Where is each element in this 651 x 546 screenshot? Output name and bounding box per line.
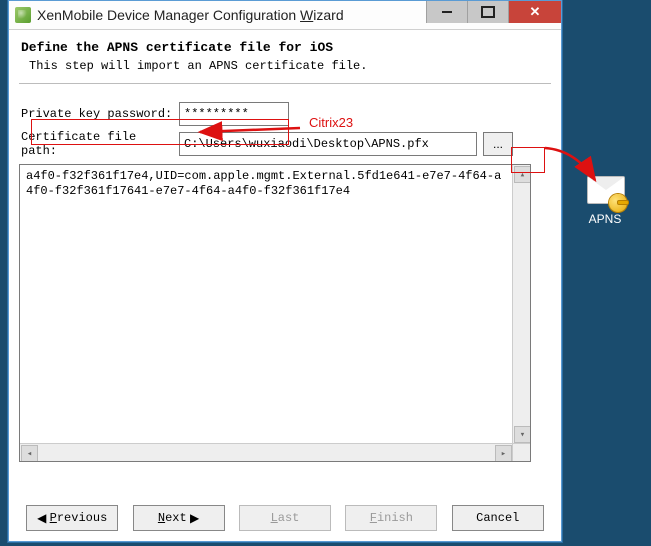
pfx-file-icon (585, 170, 625, 210)
title-mnemonic: W (300, 7, 313, 23)
password-label: Private key password: (19, 107, 179, 121)
path-row: Certificate file path: ... (19, 130, 551, 158)
maximize-button[interactable] (467, 1, 508, 23)
certificate-path-input[interactable] (179, 132, 477, 156)
wizard-buttons: ◀ PPreviousrevious Next ▶Next LastLast F… (9, 505, 561, 531)
finish-button: FinishFinish (345, 505, 437, 531)
scrollbar-horizontal[interactable]: ◂ ▸ (20, 443, 513, 461)
scroll-right-icon[interactable]: ▸ (495, 445, 512, 462)
minimize-button[interactable] (426, 1, 467, 23)
title-suffix: izard (313, 7, 343, 23)
certificate-text-content: a4f0-f32f361f17e4,UID=com.apple.mgmt.Ext… (20, 165, 513, 444)
desktop-apns-icon[interactable]: APNS (577, 170, 633, 226)
scrollbar-vertical[interactable]: ▴ ▾ (512, 165, 530, 444)
password-input[interactable] (179, 102, 289, 126)
scroll-up-icon[interactable]: ▴ (514, 166, 531, 183)
titlebar: XenMobile Device Manager Configuration W… (9, 1, 561, 30)
scroll-left-icon[interactable]: ◂ (21, 445, 38, 462)
last-button: LastLast (239, 505, 331, 531)
close-button[interactable] (508, 1, 561, 23)
app-icon (15, 7, 31, 23)
separator (19, 83, 551, 84)
annotation-password-hint: Citrix23 (309, 115, 353, 130)
previous-button[interactable]: ◀ PPreviousrevious (26, 505, 118, 531)
password-row: Private key password: (19, 102, 551, 126)
wizard-window: XenMobile Device Manager Configuration W… (8, 0, 562, 542)
page-heading: Define the APNS certificate file for iOS (21, 40, 551, 55)
cancel-button[interactable]: Cancel (452, 505, 544, 531)
page-subheading: This step will import an APNS certificat… (29, 59, 551, 73)
window-controls (426, 1, 561, 23)
certificate-text-area[interactable]: a4f0-f32f361f17e4,UID=com.apple.mgmt.Ext… (19, 164, 531, 462)
next-button[interactable]: Next ▶Next (133, 505, 225, 531)
desktop-icon-label: APNS (577, 212, 633, 226)
scroll-down-icon[interactable]: ▾ (514, 426, 531, 443)
path-label: Certificate file path: (19, 130, 179, 158)
key-badge-icon (609, 194, 627, 212)
browse-button[interactable]: ... (483, 132, 513, 156)
title-prefix: XenMobile Device Manager Configuration (37, 7, 300, 23)
content-area: Define the APNS certificate file for iOS… (9, 30, 561, 462)
cancel-label: Cancel (476, 511, 519, 525)
scrollbar-corner (512, 443, 530, 461)
window-title: XenMobile Device Manager Configuration W… (37, 7, 344, 23)
